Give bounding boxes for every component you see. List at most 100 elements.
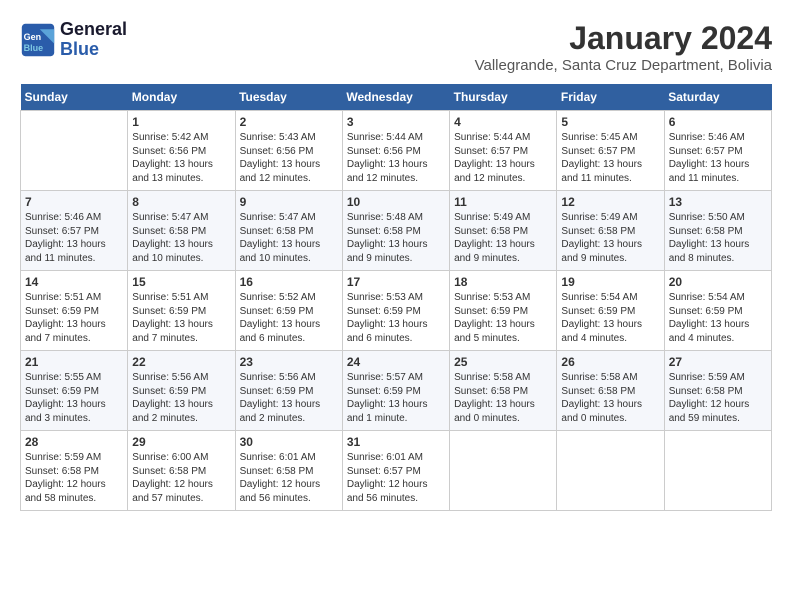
day-info: Sunrise: 5:59 AM Sunset: 6:58 PM Dayligh… [25,451,123,505]
day-number: 2 [240,115,338,129]
day-info: Sunrise: 5:48 AM Sunset: 6:58 PM Dayligh… [347,211,445,265]
day-number: 25 [454,355,552,369]
calendar-cell: 13 Sunrise: 5:50 AM Sunset: 6:58 PM Dayli… [664,191,771,271]
day-number: 6 [669,115,767,129]
day-number: 10 [347,195,445,209]
weekday-header-wednesday: Wednesday [342,84,449,111]
day-info: Sunrise: 5:42 AM Sunset: 6:56 PM Dayligh… [132,131,230,185]
day-info: Sunrise: 6:01 AM Sunset: 6:57 PM Dayligh… [347,451,445,505]
day-info: Sunrise: 5:49 AM Sunset: 6:58 PM Dayligh… [454,211,552,265]
calendar-cell: 15 Sunrise: 5:51 AM Sunset: 6:59 PM Dayli… [128,271,235,351]
weekday-header-saturday: Saturday [664,84,771,111]
day-number: 5 [561,115,659,129]
day-number: 26 [561,355,659,369]
logo: Gen Blue General Blue [20,20,127,60]
calendar-cell: 17 Sunrise: 5:53 AM Sunset: 6:59 PM Dayli… [342,271,449,351]
day-number: 7 [25,195,123,209]
day-info: Sunrise: 5:53 AM Sunset: 6:59 PM Dayligh… [454,291,552,345]
day-info: Sunrise: 5:54 AM Sunset: 6:59 PM Dayligh… [561,291,659,345]
calendar-cell: 3 Sunrise: 5:44 AM Sunset: 6:56 PM Daylig… [342,111,449,191]
day-info: Sunrise: 5:58 AM Sunset: 6:58 PM Dayligh… [561,371,659,425]
day-number: 28 [25,435,123,449]
day-number: 22 [132,355,230,369]
calendar-cell: 6 Sunrise: 5:46 AM Sunset: 6:57 PM Daylig… [664,111,771,191]
calendar-cell: 30 Sunrise: 6:01 AM Sunset: 6:58 PM Dayli… [235,431,342,511]
day-number: 19 [561,275,659,289]
calendar-table: SundayMondayTuesdayWednesdayThursdayFrid… [20,84,772,511]
calendar-cell: 4Sunrise: 5:44 AM Sunset: 6:57 PM Daylig… [450,111,557,191]
calendar-cell [557,431,664,511]
calendar-cell: 22 Sunrise: 5:56 AM Sunset: 6:59 PM Dayli… [128,351,235,431]
day-number: 3 [347,115,445,129]
week-row-2: 7 Sunrise: 5:46 AM Sunset: 6:57 PM Daylig… [21,191,772,271]
day-info: Sunrise: 5:45 AM Sunset: 6:57 PM Dayligh… [561,131,659,185]
day-number: 12 [561,195,659,209]
calendar-cell: 25 Sunrise: 5:58 AM Sunset: 6:58 PM Dayli… [450,351,557,431]
day-number: 29 [132,435,230,449]
calendar-cell: 24Sunrise: 5:57 AM Sunset: 6:59 PM Dayli… [342,351,449,431]
day-number: 17 [347,275,445,289]
calendar-cell: 28 Sunrise: 5:59 AM Sunset: 6:58 PM Dayli… [21,431,128,511]
page-header: Gen Blue General Blue January 2024 Valle… [20,20,772,74]
day-number: 20 [669,275,767,289]
calendar-cell: 26 Sunrise: 5:58 AM Sunset: 6:58 PM Dayli… [557,351,664,431]
day-info: Sunrise: 5:44 AM Sunset: 6:56 PM Dayligh… [347,131,445,185]
day-info: Sunrise: 5:55 AM Sunset: 6:59 PM Dayligh… [25,371,123,425]
svg-text:Gen: Gen [24,32,42,42]
weekday-header-monday: Monday [128,84,235,111]
calendar-cell [450,431,557,511]
day-info: Sunrise: 6:00 AM Sunset: 6:58 PM Dayligh… [132,451,230,505]
day-info: Sunrise: 5:47 AM Sunset: 6:58 PM Dayligh… [132,211,230,265]
day-info: Sunrise: 5:50 AM Sunset: 6:58 PM Dayligh… [669,211,767,265]
calendar-cell: 18 Sunrise: 5:53 AM Sunset: 6:59 PM Dayli… [450,271,557,351]
svg-text:Blue: Blue [24,43,44,53]
day-number: 8 [132,195,230,209]
day-number: 30 [240,435,338,449]
day-info: Sunrise: 5:59 AM Sunset: 6:58 PM Dayligh… [669,371,767,425]
day-number: 16 [240,275,338,289]
day-number: 18 [454,275,552,289]
logo-icon: Gen Blue [20,22,56,58]
calendar-cell: 8 Sunrise: 5:47 AM Sunset: 6:58 PM Daylig… [128,191,235,271]
calendar-cell: 23Sunrise: 5:56 AM Sunset: 6:59 PM Dayli… [235,351,342,431]
day-info: Sunrise: 5:46 AM Sunset: 6:57 PM Dayligh… [25,211,123,265]
week-row-4: 21 Sunrise: 5:55 AM Sunset: 6:59 PM Dayli… [21,351,772,431]
month-title: January 2024 [475,20,772,57]
day-info: Sunrise: 5:51 AM Sunset: 6:59 PM Dayligh… [132,291,230,345]
calendar-cell [664,431,771,511]
calendar-cell: 9 Sunrise: 5:47 AM Sunset: 6:58 PM Daylig… [235,191,342,271]
day-info: Sunrise: 6:01 AM Sunset: 6:58 PM Dayligh… [240,451,338,505]
day-number: 31 [347,435,445,449]
calendar-cell: 16Sunrise: 5:52 AM Sunset: 6:59 PM Dayli… [235,271,342,351]
day-info: Sunrise: 5:58 AM Sunset: 6:58 PM Dayligh… [454,371,552,425]
calendar-cell: 14 Sunrise: 5:51 AM Sunset: 6:59 PM Dayli… [21,271,128,351]
day-info: Sunrise: 5:47 AM Sunset: 6:58 PM Dayligh… [240,211,338,265]
day-number: 24 [347,355,445,369]
week-row-5: 28 Sunrise: 5:59 AM Sunset: 6:58 PM Dayli… [21,431,772,511]
weekday-header-sunday: Sunday [21,84,128,111]
logo-text: General Blue [60,20,127,60]
calendar-cell: 19 Sunrise: 5:54 AM Sunset: 6:59 PM Dayli… [557,271,664,351]
day-info: Sunrise: 5:46 AM Sunset: 6:57 PM Dayligh… [669,131,767,185]
day-info: Sunrise: 5:56 AM Sunset: 6:59 PM Dayligh… [132,371,230,425]
day-number: 14 [25,275,123,289]
calendar-cell: 10 Sunrise: 5:48 AM Sunset: 6:58 PM Dayli… [342,191,449,271]
calendar-cell: 12Sunrise: 5:49 AM Sunset: 6:58 PM Dayli… [557,191,664,271]
day-number: 27 [669,355,767,369]
day-number: 13 [669,195,767,209]
weekday-header-thursday: Thursday [450,84,557,111]
calendar-cell: 31 Sunrise: 6:01 AM Sunset: 6:57 PM Dayli… [342,431,449,511]
day-info: Sunrise: 5:53 AM Sunset: 6:59 PM Dayligh… [347,291,445,345]
calendar-cell: 27 Sunrise: 5:59 AM Sunset: 6:58 PM Dayli… [664,351,771,431]
day-number: 11 [454,195,552,209]
day-number: 9 [240,195,338,209]
week-row-3: 14 Sunrise: 5:51 AM Sunset: 6:59 PM Dayli… [21,271,772,351]
title-block: January 2024 Vallegrande, Santa Cruz Dep… [475,20,772,74]
day-number: 15 [132,275,230,289]
weekday-header-tuesday: Tuesday [235,84,342,111]
day-number: 21 [25,355,123,369]
day-info: Sunrise: 5:54 AM Sunset: 6:59 PM Dayligh… [669,291,767,345]
weekday-header-friday: Friday [557,84,664,111]
day-number: 1 [132,115,230,129]
day-info: Sunrise: 5:51 AM Sunset: 6:59 PM Dayligh… [25,291,123,345]
